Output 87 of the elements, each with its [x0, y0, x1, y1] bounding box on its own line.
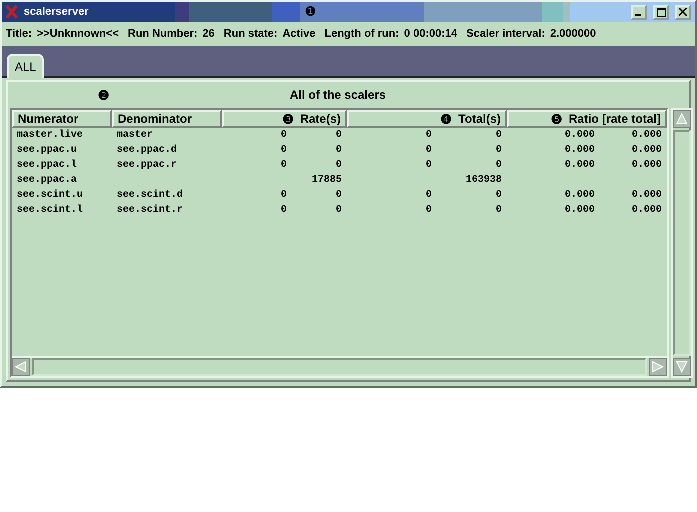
- table-cell: 0: [336, 145, 342, 156]
- table-cell: 0: [426, 160, 432, 171]
- table-cell: 0: [426, 130, 432, 141]
- x-logo-icon: [6, 5, 18, 19]
- vertical-scrollbar[interactable]: [671, 108, 693, 378]
- info-value: 2.000000: [550, 28, 596, 40]
- table-cell: see.ppac.l: [17, 160, 78, 171]
- table-cell: 0: [336, 190, 342, 201]
- tab[interactable]: ALL: [7, 54, 44, 78]
- table-cell: 0.000: [632, 130, 662, 141]
- info-label: Title:: [6, 28, 32, 40]
- info-value: >>Unknnown<<: [37, 28, 119, 40]
- annotation-marker: ❹: [440, 112, 453, 126]
- info-value: 26: [202, 28, 215, 40]
- table-cell: 0: [280, 205, 287, 216]
- table-cell: 0.000: [564, 190, 595, 201]
- table-cell: 0: [496, 205, 502, 216]
- table-cell: master.live: [17, 130, 84, 141]
- table-cell: 0: [280, 190, 287, 201]
- table-cell: 0: [280, 160, 287, 171]
- info-value: 0 00:00:14: [404, 28, 458, 40]
- table-cell: see.ppac.d: [117, 145, 178, 156]
- info-label: Run Number:: [128, 28, 198, 40]
- up-arrow-icon: [675, 112, 689, 126]
- maximize-icon: [656, 8, 666, 16]
- table-cell: 0: [496, 130, 502, 141]
- table-cell: 0.000: [632, 190, 662, 201]
- table-cell: see.scint.r: [117, 205, 184, 216]
- close-button[interactable]: [675, 4, 691, 20]
- table-cell: 0: [426, 205, 432, 216]
- table-cell: see.scint.l: [17, 205, 84, 216]
- table-cell: 0: [336, 130, 342, 141]
- maximize-button[interactable]: [653, 4, 669, 20]
- column-header[interactable]: Numerator: [12, 110, 112, 128]
- table-cell: 0.000: [632, 145, 662, 156]
- info-label: Length of run:: [324, 28, 400, 40]
- column-label: Rate(s): [300, 112, 341, 126]
- table-cell: see.ppac.a: [17, 175, 78, 186]
- table-cell: 0: [496, 145, 502, 156]
- minimize-button[interactable]: [631, 4, 647, 20]
- table-cell: 0.000: [632, 205, 662, 216]
- close-icon: [679, 8, 687, 16]
- column-label: Denominator: [118, 112, 192, 126]
- table-cell: master: [117, 130, 154, 141]
- table-cell: 0.000: [632, 160, 662, 171]
- table-cell: see.scint.u: [17, 190, 84, 201]
- table-cell: 0: [496, 190, 502, 201]
- scroll-up-button[interactable]: [673, 110, 691, 128]
- column-label: Numerator: [18, 112, 79, 126]
- table-cell: see.ppac.u: [17, 145, 78, 156]
- column-header[interactable]: Denominator: [112, 110, 222, 128]
- window-title: scalerserver: [24, 6, 89, 18]
- column-header[interactable]: ❹ Total(s): [347, 110, 507, 128]
- table-cell: 0: [426, 190, 432, 201]
- info-label: Scaler interval:: [466, 28, 546, 40]
- table-cell: 0.000: [564, 205, 595, 216]
- table-cell: 0: [336, 205, 342, 216]
- horizontal-scrollbar[interactable]: [12, 356, 667, 376]
- table-cell: 0: [426, 145, 432, 156]
- down-arrow-icon: [675, 360, 689, 374]
- table-cell: 0: [336, 160, 342, 171]
- table-cell: 17885: [312, 175, 342, 186]
- annotation-marker: ❸: [282, 112, 294, 126]
- scroll-right-button[interactable]: [649, 358, 667, 376]
- column-label: Total(s): [458, 112, 501, 126]
- column-label: Ratio [rate total]: [568, 112, 661, 126]
- table-cell: 0.000: [564, 160, 595, 171]
- table-cell: see.ppac.r: [117, 160, 178, 171]
- table-cell: 0: [280, 130, 287, 141]
- column-header[interactable]: ❸ Rate(s): [222, 110, 347, 128]
- table-cell: 0.000: [564, 130, 595, 141]
- table-cell: see.scint.d: [117, 190, 184, 201]
- column-header[interactable]: ❺ Ratio [rate total]: [507, 110, 667, 128]
- scroll-down-button[interactable]: [673, 358, 691, 376]
- table-cell: 0.000: [564, 145, 595, 156]
- scroll-left-button[interactable]: [12, 358, 30, 376]
- panel-heading: All of the scalers: [290, 88, 386, 102]
- right-arrow-icon: [651, 360, 665, 374]
- info-label: Run state:: [224, 28, 278, 40]
- table-cell: 0: [496, 160, 502, 171]
- left-arrow-icon: [14, 360, 28, 374]
- table-cell: 163938: [466, 175, 502, 186]
- table-cell: 0: [280, 145, 287, 156]
- annotation-marker: ❷: [98, 88, 110, 102]
- annotation-marker: ❶: [304, 6, 316, 18]
- info-value: Active: [282, 28, 316, 40]
- annotation-marker: ❺: [550, 112, 563, 126]
